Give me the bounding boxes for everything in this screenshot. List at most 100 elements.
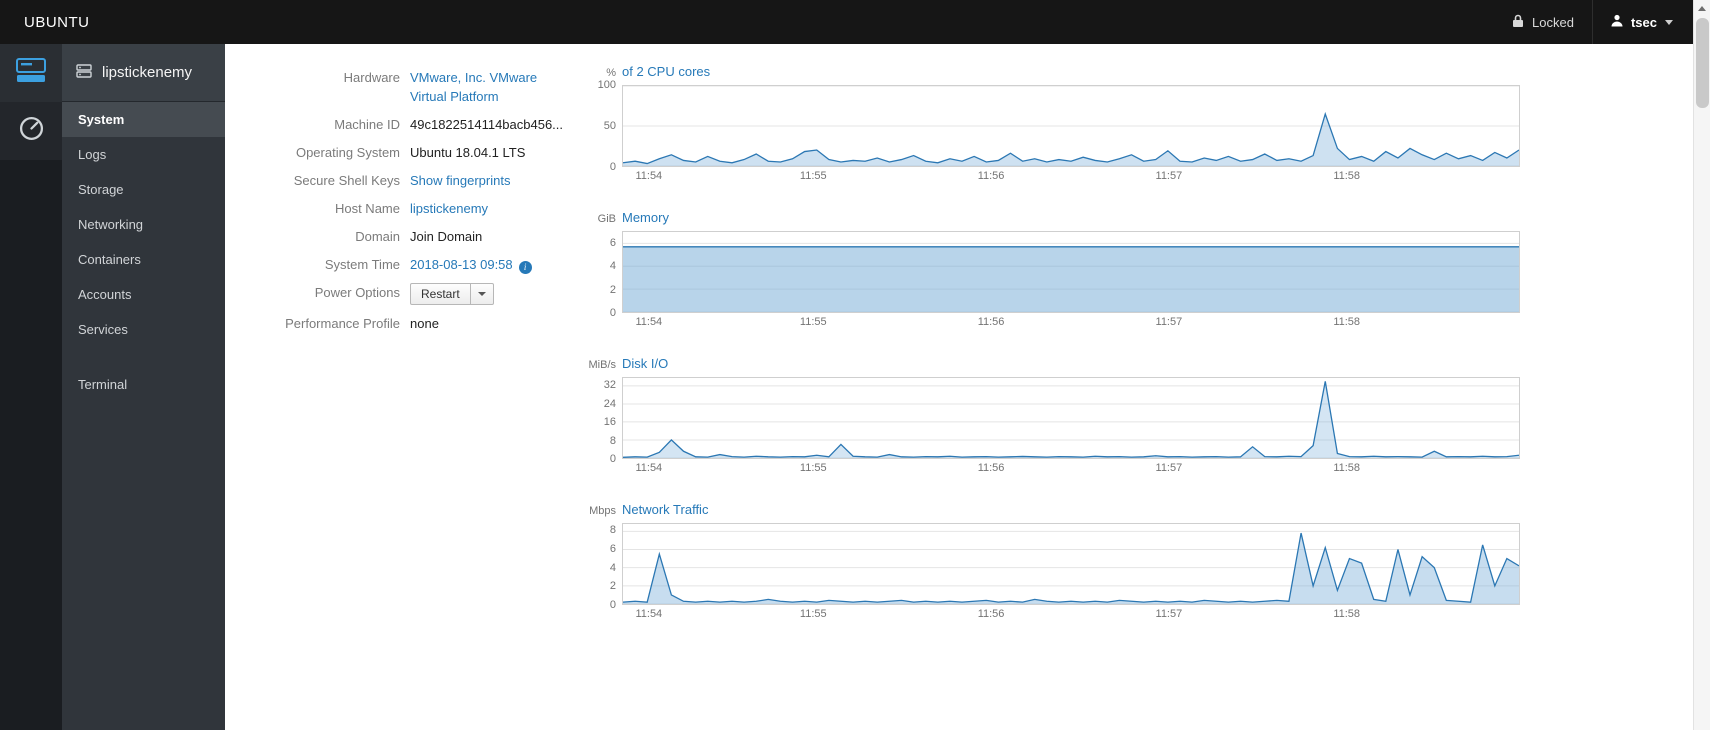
power-options-group: Restart <box>410 283 494 305</box>
x-tick-label: 11:54 <box>635 462 663 474</box>
power-options-dropdown[interactable] <box>470 283 494 305</box>
scrollbar-thumb[interactable] <box>1696 18 1709 108</box>
server-icon <box>16 57 46 89</box>
memory-y-axis: 0 2 4 6 <box>588 231 622 319</box>
cpu-y-axis: 0 50 100 <box>588 79 622 173</box>
x-tick-label: 11:54 <box>635 608 663 620</box>
y-tick-label: 100 <box>597 79 616 91</box>
x-tick-label: 11:58 <box>1333 170 1361 182</box>
sidebar-item-storage[interactable]: Storage <box>62 172 225 207</box>
sidebar-nav: System Logs Storage Networking Containers Acc… <box>62 102 225 402</box>
detail-row-power-options: Power Options Restart <box>245 283 605 305</box>
x-tick-label: 11:55 <box>799 316 827 328</box>
host-name: lipstickenemy <box>102 64 193 81</box>
user-menu[interactable]: tsec <box>1591 0 1679 44</box>
sidebar-item-system[interactable]: System <box>62 102 225 137</box>
memory-x-axis: 11:54 11:55 11:56 11:57 11:58 <box>622 313 1520 330</box>
x-tick-label: 11:57 <box>1155 316 1183 328</box>
cpu-chart-head: % of 2 CPU cores <box>588 64 1520 79</box>
detail-row-domain: Domain Join Domain <box>245 227 605 246</box>
x-tick-label: 11:57 <box>1155 608 1183 620</box>
x-tick-label: 11:56 <box>977 462 1005 474</box>
x-tick-label: 11:57 <box>1155 170 1183 182</box>
memory-unit-label: GiB <box>597 213 616 225</box>
x-tick-label: 11:55 <box>799 608 827 620</box>
field-label-domain: Domain <box>355 229 400 244</box>
system-time-link[interactable]: 2018-08-13 09:58 <box>410 257 513 272</box>
disk-io-y-axis: 0 8 16 24 32 <box>588 377 622 465</box>
y-tick-label: 0 <box>609 453 616 465</box>
scrollbar[interactable] <box>1693 0 1710 730</box>
detail-row-os: Operating System Ubuntu 18.04.1 LTS <box>245 143 605 162</box>
cpu-chart: % of 2 CPU cores 0 50 100 11:54 11:55 11:56 1… <box>588 64 1520 184</box>
sidebar-item-networking[interactable]: Networking <box>62 207 225 242</box>
sidebar-item-services[interactable]: Services <box>62 312 225 347</box>
show-fingerprints-link[interactable]: Show fingerprints <box>410 171 510 190</box>
x-tick-label: 11:58 <box>1333 608 1361 620</box>
network-traffic-chart-link[interactable]: Network Traffic <box>622 502 708 517</box>
y-tick-label: 4 <box>609 561 616 574</box>
cpu-unit-label: % <box>606 67 616 79</box>
dashboard-tile[interactable] <box>0 102 62 160</box>
x-tick-label: 11:56 <box>977 608 1005 620</box>
scroll-up-arrow[interactable] <box>1694 0 1710 17</box>
machine-tile-server[interactable] <box>0 44 62 102</box>
sidebar-item-containers[interactable]: Containers <box>62 242 225 277</box>
disk-io-x-axis: 11:54 11:55 11:56 11:57 11:58 <box>622 459 1520 476</box>
user-icon <box>1611 14 1623 30</box>
memory-plot <box>622 231 1520 313</box>
y-tick-label: 6 <box>609 543 616 556</box>
chevron-down-icon <box>1665 19 1673 25</box>
machine-icon-column <box>0 44 62 730</box>
user-name: tsec <box>1630 14 1657 30</box>
detail-row-hardware: Hardware VMware, Inc. VMware Virtual Pla… <box>245 68 605 106</box>
y-tick-label: 0 <box>609 599 616 611</box>
locked-label: Locked <box>1532 14 1574 30</box>
disk-io-chart-link[interactable]: Disk I/O <box>622 356 668 371</box>
domain-value[interactable]: Join Domain <box>410 227 482 246</box>
locked-indicator[interactable]: Locked <box>1494 14 1592 31</box>
sidebar-item-accounts[interactable]: Accounts <box>62 277 225 312</box>
x-tick-label: 11:58 <box>1333 462 1361 474</box>
hostname-link[interactable]: lipstickenemy <box>410 199 488 218</box>
charts-panel: % of 2 CPU cores 0 50 100 11:54 11:55 11:56 1… <box>588 44 1520 648</box>
network-y-axis: 0 2 4 6 8 <box>588 523 622 611</box>
y-tick-label: 6 <box>609 236 616 249</box>
machine-id-value: 49c1822514114bacb456... <box>410 117 564 132</box>
memory-chart-link[interactable]: Memory <box>622 210 669 225</box>
detail-row-hostname: Host Name lipstickenemy <box>245 199 605 218</box>
y-tick-label: 4 <box>609 260 616 273</box>
topbar-right: Locked tsec <box>1494 0 1679 44</box>
network-traffic-chart-head: Mbps Network Traffic <box>588 502 1520 517</box>
disk-io-chart: MiB/s Disk I/O 0 8 16 24 32 11:54 11:55 11:56 1… <box>588 356 1520 476</box>
field-label-ssh-keys: Secure Shell Keys <box>293 173 400 188</box>
restart-button[interactable]: Restart <box>410 283 471 305</box>
network-x-axis: 11:54 11:55 11:56 11:57 11:58 <box>622 605 1520 622</box>
network-plot <box>622 523 1520 605</box>
sidebar-item-logs[interactable]: Logs <box>62 137 225 172</box>
hardware-link[interactable]: VMware, Inc. VMware Virtual Platform <box>410 68 575 106</box>
chevron-down-icon <box>477 292 486 296</box>
cpu-x-axis: 11:54 11:55 11:56 11:57 11:58 <box>622 167 1520 184</box>
cpu-chart-link[interactable]: of 2 CPU cores <box>622 64 710 79</box>
network-unit-label: Mbps <box>589 505 616 517</box>
system-details: Hardware VMware, Inc. VMware Virtual Pla… <box>245 68 605 342</box>
y-tick-label: 50 <box>603 120 616 132</box>
detail-row-ssh-keys: Secure Shell Keys Show fingerprints <box>245 171 605 190</box>
x-tick-label: 11:56 <box>977 316 1005 328</box>
info-icon[interactable] <box>518 261 532 274</box>
cpu-plot <box>622 85 1520 167</box>
y-tick-label: 2 <box>609 580 616 593</box>
field-label-hostname: Host Name <box>334 201 400 216</box>
y-tick-label: 24 <box>603 397 616 410</box>
detail-row-system-time: System Time 2018-08-13 09:58 <box>245 255 605 274</box>
sidebar-item-terminal[interactable]: Terminal <box>62 367 225 402</box>
y-tick-label: 8 <box>609 434 616 447</box>
y-tick-label: 16 <box>603 416 616 429</box>
y-tick-label: 2 <box>609 283 616 296</box>
gauge-icon <box>18 115 45 147</box>
field-label-os: Operating System <box>295 145 400 160</box>
field-label-system-time: System Time <box>324 257 400 272</box>
disk-io-chart-head: MiB/s Disk I/O <box>588 356 1520 371</box>
host-header[interactable]: lipstickenemy <box>62 44 225 102</box>
